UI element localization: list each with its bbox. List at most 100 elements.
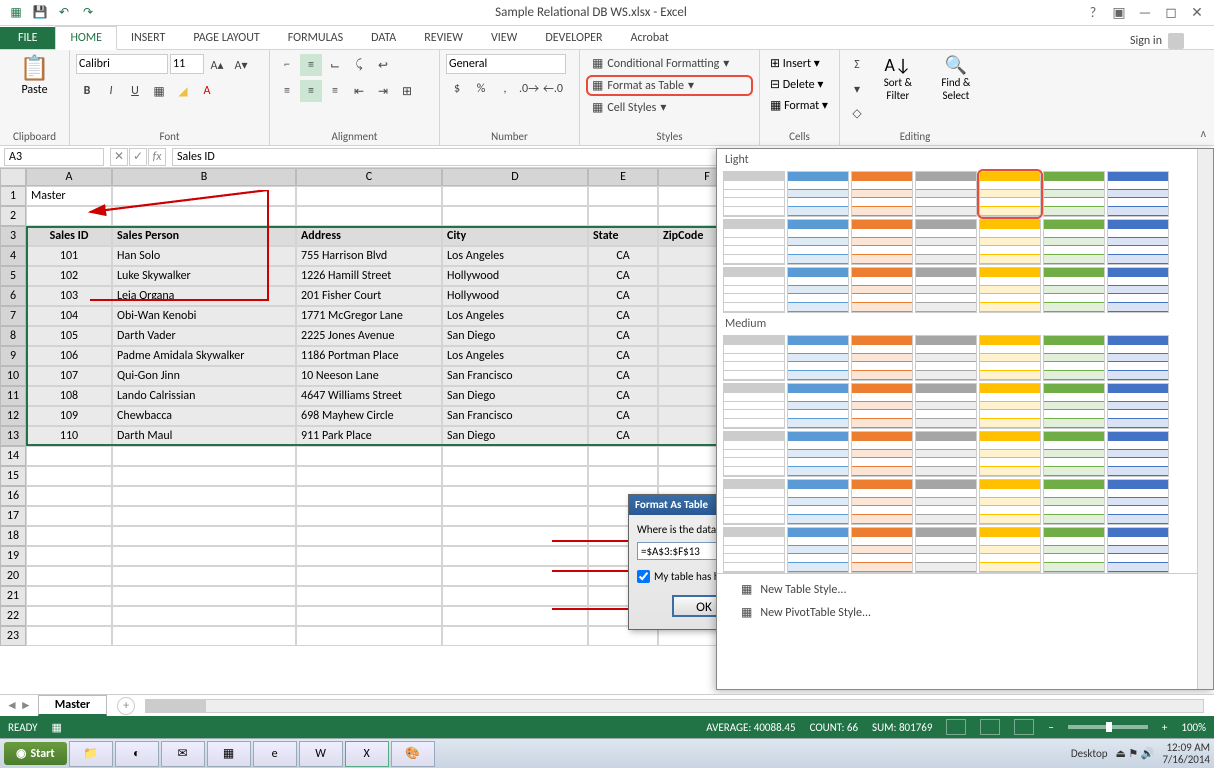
cell-C12[interactable]: 698 Mayhew Circle bbox=[296, 406, 442, 426]
undo-icon[interactable]: ↶ bbox=[54, 3, 74, 23]
task-excel-icon[interactable]: X bbox=[345, 741, 389, 767]
bold-button[interactable]: B bbox=[76, 80, 98, 102]
save-icon[interactable]: 💾 bbox=[30, 3, 50, 23]
task-explorer-icon[interactable]: 📁 bbox=[69, 741, 113, 767]
insert-cells-button[interactable]: ⊞ Insert ▾ bbox=[766, 54, 833, 73]
table-style-swatch[interactable] bbox=[915, 335, 977, 381]
show-desktop[interactable]: Desktop bbox=[1071, 747, 1108, 760]
row-header-5[interactable]: 5 bbox=[0, 266, 26, 286]
table-style-swatch[interactable] bbox=[723, 267, 785, 313]
cell-C16[interactable] bbox=[296, 486, 442, 506]
tab-page-layout[interactable]: PAGE LAYOUT bbox=[179, 27, 273, 49]
cell-D20[interactable] bbox=[442, 566, 588, 586]
cell-A4[interactable]: 101 bbox=[26, 246, 112, 266]
row-header-17[interactable]: 17 bbox=[0, 506, 26, 526]
table-style-swatch[interactable] bbox=[1107, 527, 1169, 573]
cell-A6[interactable]: 103 bbox=[26, 286, 112, 306]
table-style-swatch[interactable] bbox=[915, 527, 977, 573]
decrease-decimal-icon[interactable]: ←.0 bbox=[542, 78, 564, 100]
cell-B10[interactable]: Qui-Gon Jinn bbox=[112, 366, 296, 386]
tab-acrobat[interactable]: Acrobat bbox=[617, 27, 683, 49]
border-button[interactable]: ▦ bbox=[148, 80, 170, 102]
cell-C18[interactable] bbox=[296, 526, 442, 546]
orientation-icon[interactable]: ⤹ bbox=[348, 54, 370, 76]
cell-C14[interactable] bbox=[296, 446, 442, 466]
fill-icon[interactable]: ▾ bbox=[846, 78, 868, 100]
add-sheet-button[interactable]: + bbox=[117, 697, 135, 715]
row-header-10[interactable]: 10 bbox=[0, 366, 26, 386]
row-header-12[interactable]: 12 bbox=[0, 406, 26, 426]
gallery-scrollbar[interactable] bbox=[1197, 149, 1213, 689]
table-style-swatch[interactable] bbox=[787, 431, 849, 477]
tab-insert[interactable]: INSERT bbox=[117, 27, 179, 49]
cell-B7[interactable]: Obi-Wan Kenobi bbox=[112, 306, 296, 326]
name-box[interactable] bbox=[4, 148, 104, 166]
ribbon-display-icon[interactable]: ▣ bbox=[1110, 4, 1128, 21]
cell-D22[interactable] bbox=[442, 606, 588, 626]
cell-D9[interactable]: Los Angeles bbox=[442, 346, 588, 366]
cell-E3[interactable]: State bbox=[588, 226, 658, 246]
increase-indent-icon[interactable]: ⇥ bbox=[372, 80, 394, 102]
cell-C13[interactable]: 911 Park Place bbox=[296, 426, 442, 446]
row-header-8[interactable]: 8 bbox=[0, 326, 26, 346]
cell-E12[interactable]: CA bbox=[588, 406, 658, 426]
tab-formulas[interactable]: FORMULAS bbox=[274, 27, 357, 49]
tab-developer[interactable]: DEVELOPER bbox=[531, 27, 616, 49]
table-style-swatch[interactable] bbox=[915, 479, 977, 525]
cell-D10[interactable]: San Francisco bbox=[442, 366, 588, 386]
cell-A16[interactable] bbox=[26, 486, 112, 506]
sign-in[interactable]: Sign in bbox=[1130, 33, 1214, 49]
clear-icon[interactable]: ◇ bbox=[846, 102, 868, 124]
excel-icon[interactable]: ▦ bbox=[6, 3, 26, 23]
cell-D5[interactable]: Hollywood bbox=[442, 266, 588, 286]
table-style-swatch[interactable] bbox=[851, 527, 913, 573]
cell-C3[interactable]: Address bbox=[296, 226, 442, 246]
cell-D19[interactable] bbox=[442, 546, 588, 566]
cell-C23[interactable] bbox=[296, 626, 442, 646]
row-header-1[interactable]: 1 bbox=[0, 186, 26, 206]
cell-D18[interactable] bbox=[442, 526, 588, 546]
table-style-swatch[interactable] bbox=[851, 431, 913, 477]
cell-D7[interactable]: Los Angeles bbox=[442, 306, 588, 326]
cell-C21[interactable] bbox=[296, 586, 442, 606]
cell-C22[interactable] bbox=[296, 606, 442, 626]
row-header-18[interactable]: 18 bbox=[0, 526, 26, 546]
table-style-swatch[interactable] bbox=[851, 335, 913, 381]
zoom-in-icon[interactable]: + bbox=[1162, 721, 1167, 734]
cell-A11[interactable]: 108 bbox=[26, 386, 112, 406]
table-style-swatch[interactable] bbox=[915, 383, 977, 429]
cell-E13[interactable]: CA bbox=[588, 426, 658, 446]
zoom-level[interactable]: 100% bbox=[1181, 721, 1206, 734]
cell-E8[interactable]: CA bbox=[588, 326, 658, 346]
start-button[interactable]: ◉ Start bbox=[4, 742, 67, 765]
table-style-swatch[interactable] bbox=[1043, 527, 1105, 573]
table-style-swatch[interactable] bbox=[979, 219, 1041, 265]
cell-B9[interactable]: Padme Amidala Skywalker bbox=[112, 346, 296, 366]
cell-C11[interactable]: 4647 Williams Street bbox=[296, 386, 442, 406]
cell-C6[interactable]: 201 Fisher Court bbox=[296, 286, 442, 306]
sort-filter-button[interactable]: A↓ Sort & Filter bbox=[872, 54, 924, 102]
row-header-3[interactable]: 3 bbox=[0, 226, 26, 246]
cell-D2[interactable] bbox=[442, 206, 588, 226]
minimize-icon[interactable]: — bbox=[1136, 4, 1154, 21]
headers-checkbox[interactable] bbox=[637, 570, 650, 583]
tab-view[interactable]: VIEW bbox=[477, 27, 531, 49]
cell-D16[interactable] bbox=[442, 486, 588, 506]
table-style-swatch[interactable] bbox=[1107, 479, 1169, 525]
cell-C2[interactable] bbox=[296, 206, 442, 226]
percent-icon[interactable]: % bbox=[470, 78, 492, 100]
cell-E4[interactable]: CA bbox=[588, 246, 658, 266]
cell-C7[interactable]: 1771 McGregor Lane bbox=[296, 306, 442, 326]
table-style-swatch[interactable] bbox=[1107, 171, 1169, 217]
table-style-swatch[interactable] bbox=[851, 383, 913, 429]
cell-A7[interactable]: 104 bbox=[26, 306, 112, 326]
align-left-icon[interactable]: ≡ bbox=[276, 80, 298, 102]
col-header-E[interactable]: E bbox=[588, 168, 658, 186]
cell-D14[interactable] bbox=[442, 446, 588, 466]
cell-C8[interactable]: 2225 Jones Avenue bbox=[296, 326, 442, 346]
cell-A10[interactable]: 107 bbox=[26, 366, 112, 386]
cell-A19[interactable] bbox=[26, 546, 112, 566]
close-icon[interactable]: ✕ bbox=[1188, 4, 1206, 21]
enter-formula-icon[interactable]: ✓ bbox=[129, 148, 147, 166]
cell-E10[interactable]: CA bbox=[588, 366, 658, 386]
